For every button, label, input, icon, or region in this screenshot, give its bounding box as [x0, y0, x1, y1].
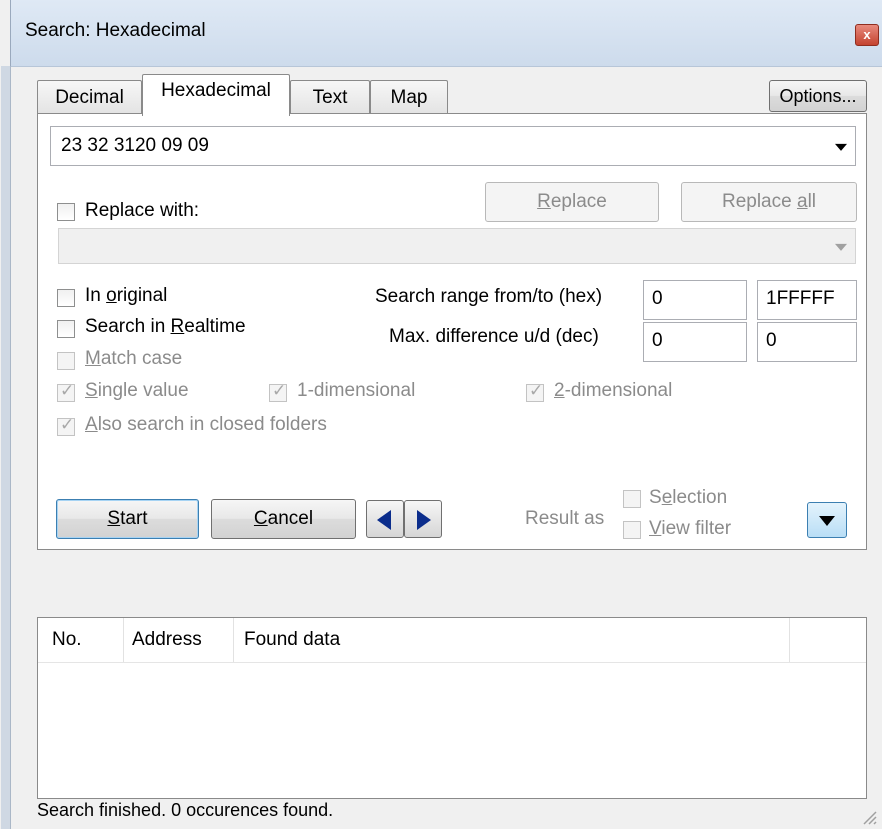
- view-filter-post: iew filter: [661, 518, 732, 539]
- window-edge: [1, 66, 11, 829]
- chevron-down-icon: [819, 516, 835, 526]
- tab-text[interactable]: Text: [290, 80, 370, 114]
- title-bar[interactable]: Search: Hexadecimal x: [11, 0, 882, 67]
- two-dimensional-checkbox[interactable]: ✓: [526, 381, 544, 402]
- results-list[interactable]: No. Address Found data: [37, 617, 867, 799]
- replace-all-button[interactable]: Replace all: [681, 182, 857, 222]
- in-original-checkbox[interactable]: [57, 289, 75, 307]
- two-dimensional-accel: 2: [554, 380, 565, 401]
- selection-post: lection: [672, 487, 728, 508]
- in-original-post: riginal: [116, 285, 168, 306]
- single-value-accel: S: [85, 380, 98, 401]
- in-original-accel: o: [106, 285, 117, 306]
- view-filter-label: View filter: [649, 518, 731, 540]
- close-button[interactable]: x: [855, 24, 879, 46]
- replace-all-accel: a: [796, 191, 808, 212]
- match-case-post: atch case: [100, 348, 183, 369]
- result-as-label: Result as: [525, 508, 605, 529]
- start-accel: S: [107, 508, 121, 529]
- two-dimensional-post: -dimensional: [564, 380, 673, 401]
- tab-map[interactable]: Map: [370, 80, 448, 114]
- column-header-address[interactable]: Address: [124, 618, 234, 662]
- replace-post: eplace: [550, 191, 607, 212]
- check-icon: ✓: [60, 415, 75, 434]
- single-value-checkbox[interactable]: ✓: [57, 381, 75, 402]
- realtime-checkbox[interactable]: [57, 320, 75, 338]
- range-from-input[interactable]: 0: [643, 280, 747, 320]
- replace-combo[interactable]: [58, 228, 856, 264]
- search-value: 23 32 3120 09 09: [61, 135, 209, 156]
- one-dimensional-checkbox[interactable]: ✓: [269, 381, 287, 402]
- cancel-accel: C: [253, 508, 268, 529]
- tab-decimal[interactable]: Decimal: [37, 80, 142, 114]
- closed-folders-post: lso search in closed folders: [97, 414, 327, 435]
- search-combo[interactable]: 23 32 3120 09 09: [50, 126, 856, 166]
- header-divider: [38, 662, 866, 663]
- column-header-filler: [790, 618, 866, 662]
- view-filter-accel: V: [649, 518, 662, 539]
- resize-grip-icon[interactable]: [861, 809, 877, 825]
- options-button[interactable]: Options...: [769, 80, 867, 112]
- check-icon: ✓: [529, 381, 544, 400]
- arrow-left-icon: [377, 510, 391, 530]
- max-difference-label: Max. difference u/d (dec): [389, 326, 599, 347]
- match-case-accel: M: [85, 348, 101, 369]
- single-value-label: Single value: [85, 380, 189, 402]
- search-dialog: Search: Hexadecimal x Decimal Hexadecima…: [1, 0, 882, 829]
- window-title: Search: Hexadecimal: [25, 20, 206, 41]
- arrow-right-icon: [417, 510, 431, 530]
- replace-all-pre: Replace: [721, 191, 797, 212]
- selection-checkbox[interactable]: [623, 490, 641, 508]
- cancel-post: ancel: [267, 508, 314, 529]
- tab-hexadecimal[interactable]: Hexadecimal: [142, 74, 290, 116]
- match-case-checkbox[interactable]: [57, 352, 75, 370]
- search-range-label: Search range from/to (hex): [375, 286, 603, 307]
- in-original-label: In original: [85, 285, 167, 307]
- one-dimensional-label: 1-dimensional: [297, 380, 416, 401]
- single-value-post: ingle value: [97, 380, 189, 401]
- previous-button[interactable]: [366, 500, 404, 538]
- realtime-label: Search in Realtime: [85, 316, 246, 338]
- realtime-post: ealtime: [184, 316, 246, 337]
- difference-down-input[interactable]: 0: [757, 322, 857, 362]
- selection-accel: e: [661, 487, 673, 508]
- expand-button[interactable]: [807, 502, 847, 538]
- replace-button[interactable]: Replace: [485, 182, 659, 222]
- chevron-down-icon[interactable]: [835, 243, 847, 251]
- replace-label: Replace with:: [85, 200, 200, 221]
- range-to-input[interactable]: 1FFFFF: [757, 280, 857, 320]
- in-original-pre: In: [85, 285, 107, 306]
- next-button[interactable]: [404, 500, 442, 538]
- replace-accel: R: [537, 191, 551, 212]
- cancel-button[interactable]: Cancel: [211, 499, 356, 539]
- start-button[interactable]: Start: [56, 499, 199, 539]
- start-post: tart: [120, 508, 148, 529]
- view-filter-checkbox[interactable]: [623, 521, 641, 539]
- difference-up-input[interactable]: 0: [643, 322, 747, 362]
- selection-pre: S: [649, 487, 662, 508]
- status-text: Search finished. 0 occurences found.: [37, 800, 334, 820]
- two-dimensional-label: 2-dimensional: [554, 380, 672, 402]
- closed-folders-checkbox[interactable]: ✓: [57, 415, 75, 436]
- closed-folders-label: Also search in closed folders: [85, 414, 327, 436]
- realtime-accel: R: [170, 316, 185, 337]
- check-icon: ✓: [60, 381, 75, 400]
- chevron-down-icon[interactable]: [835, 143, 847, 151]
- column-header-found-data[interactable]: Found data: [234, 618, 790, 662]
- selection-label: Selection: [649, 487, 727, 509]
- match-case-label: Match case: [85, 348, 182, 370]
- closed-folders-accel: A: [85, 414, 98, 435]
- replace-checkbox[interactable]: [57, 203, 75, 221]
- column-header-no[interactable]: No.: [38, 618, 124, 662]
- check-icon: ✓: [272, 381, 287, 400]
- replace-all-post: ll: [807, 191, 817, 212]
- realtime-pre: Search in: [85, 316, 171, 337]
